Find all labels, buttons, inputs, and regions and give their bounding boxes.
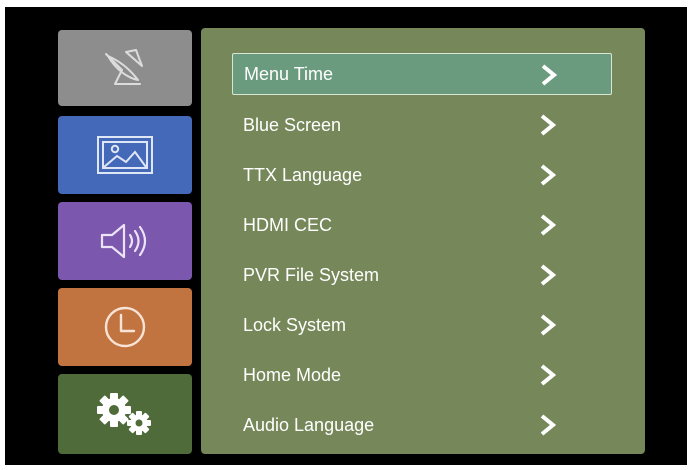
tab-sound[interactable]: [58, 202, 192, 280]
menu-item[interactable]: Lock System: [232, 304, 612, 346]
tab-time[interactable]: [58, 288, 192, 366]
chevron-right-icon: [539, 64, 559, 91]
menu-item[interactable]: Blue Screen: [232, 104, 612, 146]
tab-picture[interactable]: [58, 116, 192, 194]
sound-icon: [97, 221, 153, 261]
chevron-right-icon: [538, 414, 558, 441]
menu-item[interactable]: Audio Language: [232, 404, 612, 446]
picture-icon: [95, 134, 155, 176]
chevron-right-icon: [538, 364, 558, 391]
menu-item[interactable]: TTX Language: [232, 154, 612, 196]
menu-item[interactable]: Home Mode: [232, 354, 612, 396]
tab-setup[interactable]: [58, 374, 192, 454]
clock-icon: [102, 304, 148, 350]
satellite-dish-icon: [102, 48, 148, 88]
chevron-right-icon: [538, 214, 558, 241]
menu-item[interactable]: HDMI CEC: [232, 204, 612, 246]
chevron-right-icon: [538, 264, 558, 291]
menu-item[interactable]: Menu Time: [232, 53, 612, 95]
menu-item[interactable]: PVR File System: [232, 254, 612, 296]
chevron-right-icon: [538, 114, 558, 141]
chevron-right-icon: [538, 314, 558, 341]
gears-icon: [92, 391, 158, 437]
chevron-right-icon: [538, 164, 558, 191]
tab-satellite[interactable]: [58, 30, 192, 106]
